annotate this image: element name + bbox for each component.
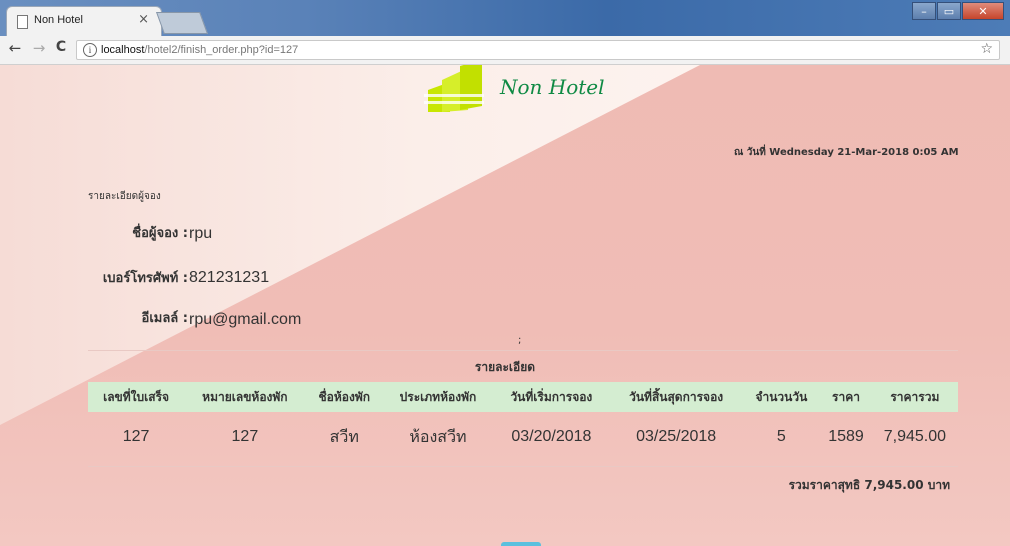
bookmark-star-icon[interactable]: ☆ bbox=[980, 41, 993, 57]
url-path: /hotel2/finish_order.php?id=127 bbox=[144, 44, 299, 56]
minimize-button[interactable]: – bbox=[912, 2, 936, 20]
address-bar[interactable]: i localhost/hotel2/finish_order.php?id=1… bbox=[76, 40, 1000, 60]
background-diagonal bbox=[0, 65, 700, 425]
table-row: 127 127 สวีท ห้องสวีท 03/20/2018 03/25/2… bbox=[88, 412, 958, 462]
column-header: วันที่สิ้นสุดการจอง bbox=[609, 382, 743, 412]
days-cell: 5 bbox=[776, 428, 786, 445]
receipt-number-cell: 127 bbox=[122, 428, 150, 445]
order-details-table: เลขที่ใบเสร็จ หมายเลขห้องพัก ชื่อห้องพัก… bbox=[88, 382, 958, 462]
button-edge[interactable] bbox=[501, 542, 541, 546]
divider bbox=[88, 350, 958, 351]
page-content: Non Hotel ณ วันที่ Wednesday 21-Mar-2018… bbox=[0, 65, 1010, 546]
total-price-cell: 7,945.00 bbox=[883, 428, 947, 445]
back-icon[interactable]: ← bbox=[6, 39, 24, 57]
forward-icon[interactable]: → bbox=[30, 39, 48, 57]
browser-toolbar: ← → C i localhost/hotel2/finish_order.ph… bbox=[0, 36, 1010, 65]
url-text[interactable]: localhost/hotel2/finish_order.php?id=127 bbox=[101, 44, 298, 56]
browser-tab[interactable]: Non Hotel × bbox=[6, 6, 162, 36]
name-label: ชื่อผู้จอง : bbox=[132, 226, 188, 241]
room-number-cell: 127 bbox=[231, 428, 259, 445]
url-host: localhost bbox=[101, 44, 145, 56]
restore-button[interactable]: ▭ bbox=[937, 2, 961, 20]
price-cell: 1589 bbox=[828, 428, 864, 445]
semicolon-text: ; bbox=[518, 335, 522, 346]
room-name-cell: สวีท bbox=[329, 428, 359, 446]
new-tab-button[interactable] bbox=[155, 12, 209, 34]
end-date-cell: 03/25/2018 bbox=[636, 428, 717, 445]
column-header: เลขที่ใบเสร็จ bbox=[88, 382, 185, 412]
hotel-logo-icon bbox=[424, 65, 484, 112]
details-heading: รายละเอียด bbox=[474, 360, 536, 374]
email-label: อีเมลล์ : bbox=[141, 311, 188, 326]
browser-titlebar: Non Hotel × – ▭ ✕ bbox=[0, 0, 1010, 36]
column-header: จำนวนวัน bbox=[742, 382, 821, 412]
reload-icon[interactable]: C bbox=[52, 39, 70, 55]
window-controls: – ▭ ✕ bbox=[911, 2, 1004, 20]
divider bbox=[88, 466, 958, 467]
logo-text: Non Hotel bbox=[500, 75, 605, 99]
info-icon[interactable]: i bbox=[83, 43, 97, 57]
phone-label: เบอร์โทรศัพท์ : bbox=[102, 271, 188, 286]
page-icon bbox=[17, 15, 28, 29]
customer-section-label: รายละเอียดผู้จอง bbox=[88, 191, 161, 202]
start-date-cell: 03/20/2018 bbox=[511, 428, 592, 445]
column-header: ราคารวม bbox=[871, 382, 958, 412]
date-stamp: ณ วันที่ Wednesday 21-Mar-2018 0:05 AM bbox=[734, 147, 959, 158]
name-value: rpu bbox=[189, 225, 213, 242]
tab-title: Non Hotel bbox=[34, 14, 83, 26]
phone-value: 821231231 bbox=[189, 269, 270, 286]
column-header: ชื่อห้องพัก bbox=[305, 382, 383, 412]
column-header: ประเภทห้องพัก bbox=[382, 382, 493, 412]
column-header: ราคา bbox=[820, 382, 872, 412]
column-header: หมายเลขห้องพัก bbox=[184, 382, 306, 412]
window-close-button[interactable]: ✕ bbox=[962, 2, 1004, 20]
room-type-cell: ห้องสวีท bbox=[409, 428, 467, 446]
grand-total: รวมราคาสุทธิ 7,945.00 บาท bbox=[788, 478, 950, 492]
email-value: rpu@gmail.com bbox=[189, 311, 302, 328]
column-header: วันที่เริ่มการจอง bbox=[492, 382, 610, 412]
table-header-row: เลขที่ใบเสร็จ หมายเลขห้องพัก ชื่อห้องพัก… bbox=[88, 382, 958, 412]
tab-close-icon[interactable]: × bbox=[138, 12, 149, 27]
